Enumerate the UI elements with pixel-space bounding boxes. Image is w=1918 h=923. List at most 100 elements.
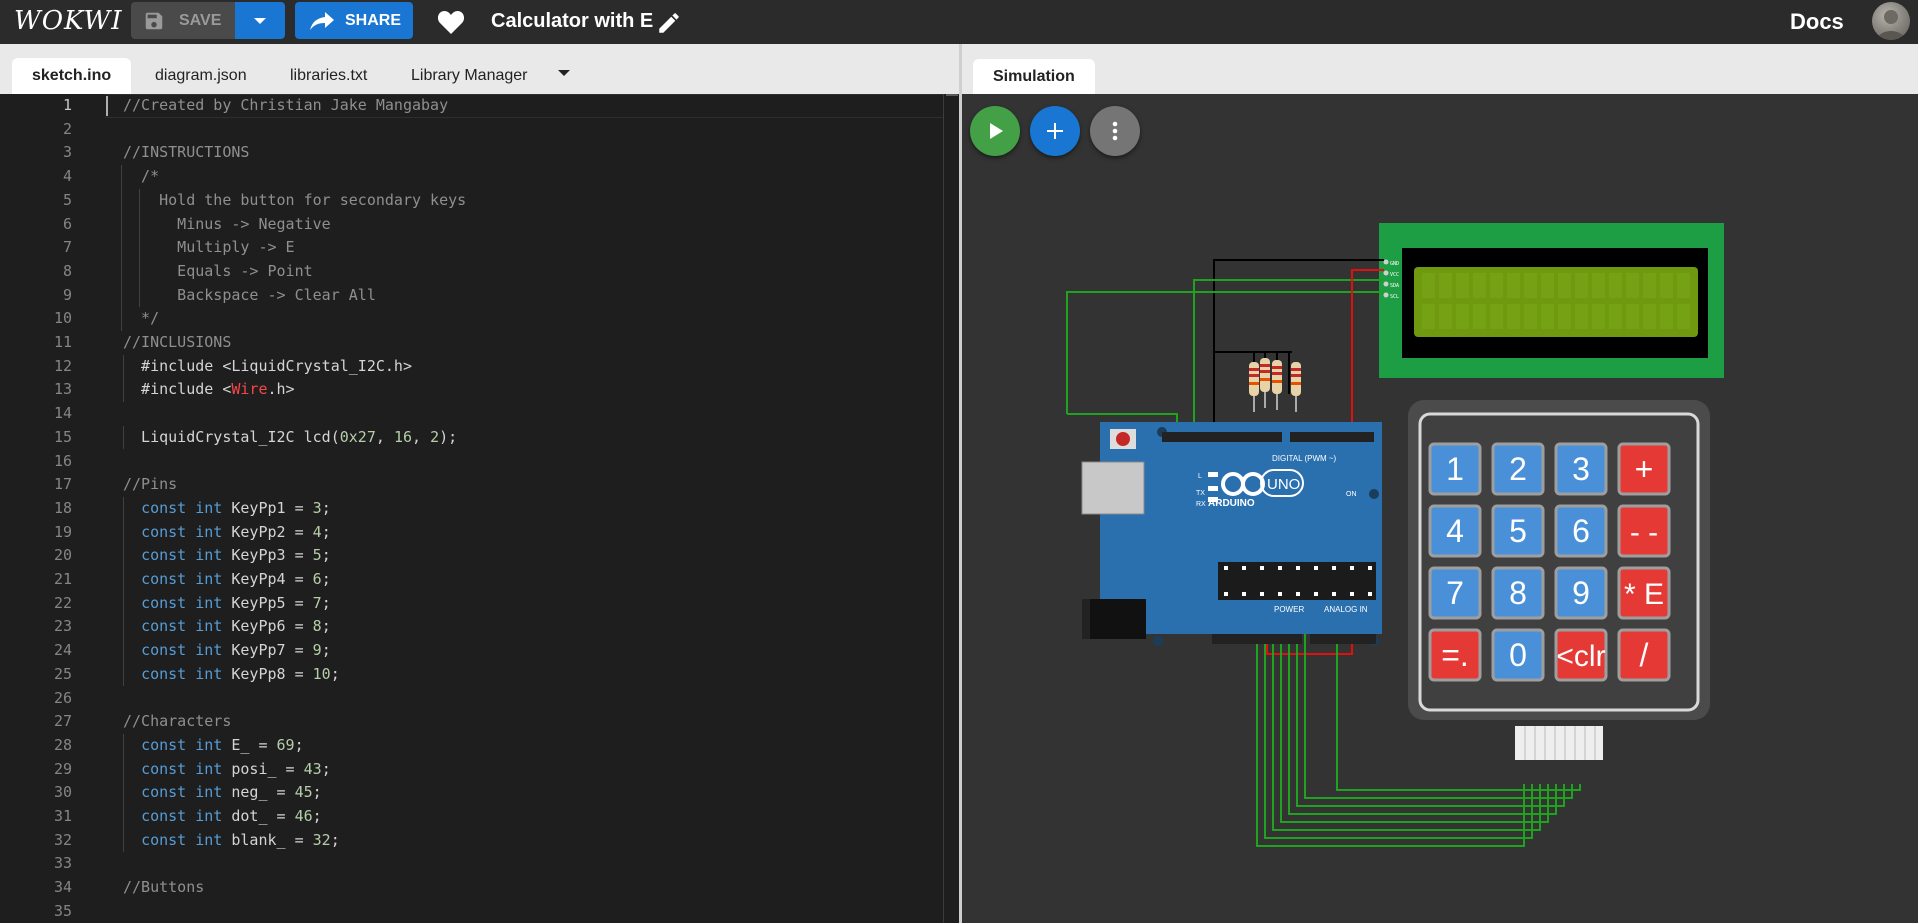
line-number: 11 (53, 333, 72, 351)
code-line[interactable]: Multiply -> E (123, 236, 294, 260)
code-line[interactable]: #include <Wire.h> (123, 378, 295, 402)
code-line[interactable]: const int KeyPp2 = 4; (123, 521, 331, 545)
keypad-key[interactable]: 2 (1491, 442, 1545, 496)
save-button[interactable]: SAVE (131, 2, 235, 39)
line-number: 24 (53, 641, 72, 660)
keypad-key[interactable]: 5 (1491, 504, 1545, 558)
line-number: 17 (53, 475, 72, 494)
line-number: 6 (62, 214, 72, 233)
code-line[interactable]: const int E_ = 69; (123, 734, 304, 758)
tab-libraries-txt[interactable]: libraries.txt (290, 58, 367, 94)
editor-tabs: sketch.ino diagram.json libraries.txt Li… (0, 44, 960, 94)
wokwi-logo[interactable]: WOKWI (14, 6, 123, 36)
keypad-key-label: / (1640, 637, 1649, 673)
code-line[interactable]: LiquidCrystal_I2C lcd(0x27, 16, 2); (123, 426, 457, 450)
pencil-icon[interactable] (656, 10, 682, 36)
keypad-key[interactable]: 1 (1428, 442, 1482, 496)
code-line[interactable]: Hold the button for secondary keys (123, 189, 466, 213)
line-number: 22 (53, 593, 72, 612)
keypad-key-label: 4 (1446, 513, 1464, 549)
code-line[interactable]: //Created by Christian Jake Mangabay (123, 94, 448, 118)
line-number: 4 (62, 167, 72, 186)
code-line[interactable]: const int dot_ = 46; (123, 805, 322, 829)
code-line[interactable]: //Pins (123, 473, 177, 497)
code-line[interactable]: //Characters (123, 710, 231, 734)
code-line[interactable]: Backspace -> Clear All (123, 284, 376, 308)
tab-sketch-ino[interactable]: sketch.ino (12, 58, 132, 94)
keypad-key[interactable]: + (1617, 442, 1671, 496)
code-line[interactable]: const int posi_ = 43; (123, 758, 331, 782)
save-dropdown-button[interactable] (235, 2, 285, 39)
code-line[interactable]: const int KeyPp8 = 10; (123, 663, 340, 687)
code-line[interactable]: const int KeyPp1 = 3; (123, 497, 331, 521)
keypad-key-label: 5 (1509, 513, 1527, 549)
code-line[interactable]: Minus -> Negative (123, 213, 331, 237)
arduino-uno[interactable]: ARDUINO UNO DIGITAL (PWM ~) POWER ANALOG… (1081, 422, 1382, 646)
arduino-tx-label: TX (1196, 490, 1205, 497)
code-line[interactable]: #include <LiquidCrystal_I2C.h> (123, 355, 412, 379)
indent-guide (121, 165, 122, 331)
keypad-key[interactable]: - - (1617, 504, 1671, 558)
line-number: 18 (53, 498, 72, 517)
share-button[interactable]: SHARE (295, 2, 413, 39)
docs-link[interactable]: Docs (1790, 9, 1844, 35)
code-line[interactable]: */ (123, 307, 159, 331)
simulation-pane[interactable]: GND VCC SDA SCL ARDUINO UNO DIGITAL (PWM… (962, 94, 1918, 923)
code-line[interactable]: const int KeyPp4 = 6; (123, 568, 331, 592)
line-number: 35 (53, 901, 72, 920)
arduino-power-label: POWER (1274, 605, 1304, 614)
avatar[interactable] (1872, 2, 1910, 40)
keypad-key[interactable]: 0 (1491, 628, 1545, 682)
resistors[interactable] (1249, 358, 1301, 412)
code-line[interactable]: const int KeyPp7 = 9; (123, 639, 331, 663)
arduino-analog-label: ANALOG IN (1324, 605, 1368, 614)
tabs-menu-chevron-icon[interactable] (558, 70, 570, 76)
keypad-key[interactable]: <clr (1554, 628, 1608, 682)
line-number: 23 (53, 617, 72, 636)
keypad-key[interactable]: 9 (1554, 566, 1608, 620)
tab-library-manager[interactable]: Library Manager (411, 58, 528, 94)
line-number: 7 (62, 238, 72, 257)
keypad-key[interactable]: 8 (1491, 566, 1545, 620)
tab-diagram-json[interactable]: diagram.json (155, 58, 247, 94)
code-line[interactable]: //INSTRUCTIONS (123, 141, 249, 165)
code-line[interactable]: const int KeyPp3 = 5; (123, 544, 331, 568)
keypad-key-label: 2 (1509, 451, 1527, 487)
code-line[interactable]: const int KeyPp6 = 8; (123, 615, 331, 639)
keypad-key[interactable]: 7 (1428, 566, 1482, 620)
line-number: 1 (62, 96, 72, 114)
tab-simulation[interactable]: Simulation (973, 59, 1095, 94)
project-title[interactable]: Calculator with E (491, 10, 653, 33)
top-bar: WOKWI SAVE SHARE Calculator with E Docs (0, 0, 1918, 44)
arduino-brand: ARDUINO (1208, 498, 1255, 509)
lcd-1602-i2c[interactable]: GND VCC SDA SCL (1379, 223, 1724, 378)
membrane-keypad[interactable]: 1 2 3 +4 5 6 - - 7 8 9 * E =. 0 <clr / (1408, 400, 1710, 760)
line-number: 32 (53, 830, 72, 849)
circuit-diagram[interactable]: GND VCC SDA SCL ARDUINO UNO DIGITAL (PWM… (962, 94, 1918, 923)
editor-scrollbar[interactable] (943, 94, 959, 923)
line-number: 8 (62, 261, 72, 280)
keypad-key[interactable]: 6 (1554, 504, 1608, 558)
line-number: 15 (53, 427, 72, 446)
keypad-key[interactable]: 3 (1554, 442, 1608, 496)
code-line[interactable]: const int blank_ = 32; (123, 829, 340, 853)
keypad-key[interactable]: =. (1428, 628, 1482, 682)
keypad-key[interactable]: * E (1617, 566, 1671, 620)
line-number: 25 (53, 664, 72, 683)
lcd-pin-gnd: GND (1390, 261, 1399, 267)
code-line[interactable]: //INCLUSIONS (123, 331, 231, 355)
line-number-gutter: 1 2 3 4 5 6 7 8 9 10 11 12 13 14 15 16 17 18 19 20 21 22 23 24 2… (0, 94, 105, 923)
keypad-key[interactable]: / (1617, 628, 1671, 682)
code-line[interactable]: //Buttons (123, 876, 204, 900)
line-number: 20 (53, 546, 72, 565)
code-editor[interactable]: 1 2 3 4 5 6 7 8 9 10 11 12 13 14 15 16 17 18 19 20 21 22 23 24 2… (0, 94, 959, 923)
keypad-key-label: - - (1630, 516, 1658, 549)
code-line[interactable]: /* (123, 165, 159, 189)
code-line[interactable]: const int KeyPp5 = 7; (123, 592, 331, 616)
code-line[interactable]: Equals -> Point (123, 260, 312, 284)
keypad-key[interactable]: 4 (1428, 504, 1482, 558)
heart-icon[interactable] (437, 9, 465, 35)
save-label: SAVE (179, 11, 222, 29)
save-icon (145, 12, 163, 29)
code-line[interactable]: const int neg_ = 45; (123, 781, 322, 805)
